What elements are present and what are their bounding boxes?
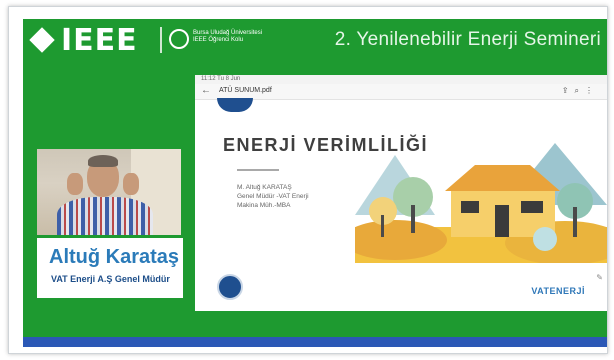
bush-right [533, 227, 557, 251]
slide-title-rule [237, 169, 279, 171]
slide-brand: VATENERJİ [531, 286, 585, 296]
house-door [495, 205, 509, 237]
screenshot-frame: IEEE Bursa Uludağ Üniversitesi IEEE Öğre… [8, 6, 608, 354]
speaker-nameplate: Altuğ Karataş VAT Enerji A.Ş Genel Müdür [37, 238, 183, 298]
speaker-left-hand [67, 173, 83, 195]
stream-header: IEEE Bursa Uludağ Üniversitesi IEEE Öğre… [23, 19, 607, 61]
edit-pencil-icon[interactable]: ✎ [596, 273, 603, 282]
university-name: Bursa Uludağ Üniversitesi [193, 30, 263, 36]
stream-stage: IEEE Bursa Uludağ Üniversitesi IEEE Öğre… [23, 19, 607, 347]
share-icon[interactable]: ⇪ [562, 86, 575, 95]
seminar-title: 2. Yenilenebilir Enerji Semineri [334, 29, 601, 50]
speaker-hair [88, 155, 118, 167]
bottom-band [23, 337, 607, 347]
pdf-viewer-toolbar: ← ATÜ SUNUM.pdf ⇪⌕⋮ [195, 84, 607, 100]
ieee-diamond-icon [29, 26, 55, 53]
speaker-name: Altuğ Karataş [49, 246, 180, 268]
slide-top-logo [217, 98, 253, 112]
house-landscape-illustration [355, 143, 607, 263]
search-icon[interactable]: ⌕ [575, 86, 585, 95]
status-time: 11:12 Tu 8 Jun [201, 76, 241, 82]
toolbar-icons: ⇪⌕⋮ [562, 86, 599, 96]
slide-seal-logo [217, 274, 243, 300]
shared-screen: 11:12 Tu 8 Jun ← ATÜ SUNUM.pdf ⇪⌕⋮ ENERJ… [195, 75, 607, 311]
house-window-left [461, 201, 479, 213]
slide-author-degree: Makina Müh.-MBA [237, 202, 291, 209]
slide-author-name: M. Altuğ KARATAŞ [237, 184, 292, 191]
slide-author-block: M. Altuğ KARATAŞ Genel Müdür -VAT Enerji… [237, 183, 309, 210]
speaker-right-hand [123, 173, 139, 195]
house-window-right [521, 201, 543, 213]
student-branch-name: IEEE Öğrenci Kolu [193, 37, 244, 43]
tree-trunk-left [411, 205, 415, 233]
university-label: Bursa Uludağ Üniversitesi IEEE Öğrenci K… [193, 30, 262, 44]
speaker-shirt [57, 197, 153, 235]
university-emblem-icon [169, 29, 189, 49]
slide-author-title: Genel Müdür -VAT Enerji [237, 193, 309, 200]
back-arrow-icon[interactable]: ← [201, 85, 211, 96]
speaker-webcam [37, 149, 181, 235]
tablet-status-bar: 11:12 Tu 8 Jun [195, 75, 607, 84]
pdf-file-name: ATÜ SUNUM.pdf [219, 87, 272, 94]
speaker-role: VAT Enerji A.Ş Genel Müdür [51, 274, 170, 284]
header-divider [160, 27, 162, 53]
tree-trunk-small [381, 215, 384, 237]
ieee-logo: IEEE [29, 23, 138, 58]
ieee-logo-text: IEEE [61, 23, 138, 58]
tree-trunk-right [573, 207, 577, 237]
more-icon[interactable]: ⋮ [585, 86, 599, 95]
